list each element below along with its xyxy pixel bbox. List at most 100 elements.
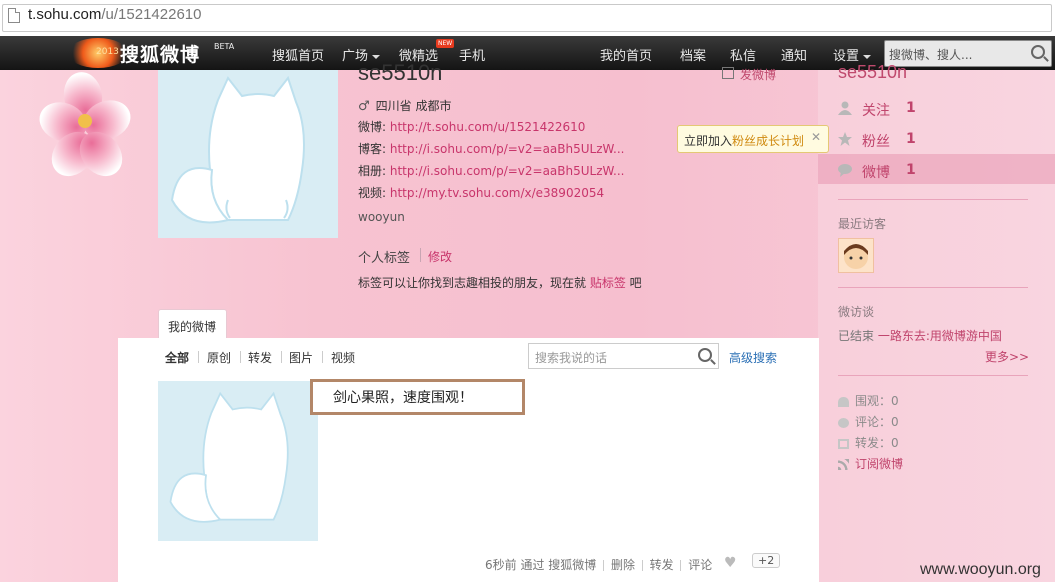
- post-search-placeholder: 搜索我说的话: [535, 351, 608, 365]
- divider: [322, 351, 323, 363]
- url-text[interactable]: t.sohu.com/u/1521422610: [28, 6, 201, 23]
- subscribe-link[interactable]: 订阅微博: [838, 455, 903, 472]
- advanced-search-link[interactable]: 高级搜索: [729, 349, 777, 366]
- url-host: t.sohu.com: [28, 6, 102, 23]
- reposts-count: 转发：0: [838, 434, 899, 451]
- fox-avatar-icon: [169, 391, 289, 523]
- stat-weibo[interactable]: 微博 1: [838, 156, 1055, 184]
- chevron-down-icon: [863, 54, 872, 59]
- recent-visitors-title: 最近访客: [838, 217, 887, 231]
- views-text: 围观：0: [855, 394, 899, 408]
- stat-label: 微博: [862, 165, 890, 181]
- divider: [281, 351, 282, 363]
- info-link[interactable]: http://i.sohu.com/p/=v2=aaBh5ULzW...: [390, 142, 625, 156]
- plus-share-button[interactable]: +2: [752, 553, 781, 568]
- nav-mobile[interactable]: 手机: [459, 45, 485, 64]
- search-icon[interactable]: [698, 348, 712, 362]
- divider: [240, 351, 241, 363]
- logo-brand: 搜狐微博: [120, 44, 201, 66]
- profile-username: se5510n: [358, 60, 443, 85]
- sidebar-username: se5510n: [838, 62, 908, 82]
- nav-messages[interactable]: 私信: [730, 45, 756, 64]
- tags-edit-link[interactable]: 修改: [428, 248, 452, 265]
- repost-icon: [838, 438, 849, 449]
- tab-my-weibo[interactable]: 我的微博: [158, 309, 227, 339]
- tooltip-text: 立即加入粉丝成长计划: [684, 132, 804, 149]
- like-heart-icon[interactable]: ♥: [724, 555, 737, 571]
- location-text: 四川省 成都市: [375, 99, 452, 113]
- post-time[interactable]: 6秒前: [485, 558, 517, 572]
- nav-search-input[interactable]: 搜微博、搜人...: [884, 40, 1052, 67]
- filter-all[interactable]: 全部: [165, 349, 189, 366]
- fan-growth-link[interactable]: 粉丝成长计划: [732, 134, 804, 148]
- post-text: 剑心果照，速度围观！: [333, 390, 473, 406]
- male-icon: ♂: [358, 99, 370, 114]
- add-tags-link[interactable]: 贴标签: [590, 276, 626, 290]
- stat-followers[interactable]: 粉丝 1: [838, 125, 1055, 153]
- micro-talk-item[interactable]: 已结束 一路东去:用微博游中国: [838, 327, 1002, 344]
- repost-button[interactable]: 转发: [650, 558, 674, 572]
- rss-icon: [838, 459, 849, 470]
- stat-label: 关注: [862, 103, 890, 119]
- tab-my-weibo-label: 我的微博: [168, 320, 217, 334]
- tags-title: 个人标签: [358, 251, 411, 266]
- filter-images[interactable]: 图片: [289, 349, 313, 366]
- info-row-blog: 博客: http://i.sohu.com/p/=v2=aaBh5ULzW...: [358, 140, 624, 157]
- post-avatar[interactable]: [158, 381, 318, 541]
- post-weibo-link[interactable]: 发微博: [740, 66, 776, 83]
- stat-following[interactable]: 关注 1: [838, 94, 1055, 122]
- talk-title-link[interactable]: 一路东去:用微博游中国: [878, 329, 1002, 343]
- search-icon[interactable]: [1031, 45, 1045, 59]
- info-label: 博客:: [358, 142, 387, 156]
- reposts-text: 转发：0: [855, 436, 899, 450]
- logo-year: 2013: [96, 47, 119, 57]
- flower-decoration: [33, 68, 138, 188]
- filter-original[interactable]: 原创: [207, 349, 231, 366]
- post-via[interactable]: 通过 搜狐微博: [520, 558, 596, 572]
- post-content: 剑心果照，速度围观！: [310, 379, 525, 415]
- comment-button[interactable]: 评论: [688, 558, 712, 572]
- profile-bio: wooyun: [358, 210, 405, 224]
- close-icon[interactable]: ✕: [811, 130, 821, 144]
- tags-hint-prefix: 标签可以让你找到志趣相投的朋友，现在就: [358, 276, 590, 290]
- chevron-down-icon: [372, 54, 381, 59]
- info-link[interactable]: http://my.tv.sohu.com/x/e38902054: [390, 186, 604, 200]
- sohu-weibo-logo[interactable]: 2013 搜狐微博 BETA: [68, 36, 243, 70]
- visitor-face-icon: [844, 244, 868, 269]
- fan-growth-tooltip[interactable]: 立即加入粉丝成长计划 ✕: [677, 125, 829, 153]
- post-search-input[interactable]: 搜索我说的话: [528, 343, 719, 369]
- delete-button[interactable]: 删除: [611, 558, 635, 572]
- tags-hint: 标签可以让你找到志趣相投的朋友，现在就 贴标签 吧: [358, 274, 642, 291]
- filter-repost[interactable]: 转发: [248, 349, 272, 366]
- speech-bubble-icon: [838, 164, 852, 177]
- micro-talk-title: 微访谈: [838, 305, 875, 319]
- more-link[interactable]: 更多>>: [985, 348, 1029, 365]
- divider: [838, 199, 1028, 200]
- nav-my-home[interactable]: 我的首页: [600, 45, 652, 64]
- post-edit-icon[interactable]: [722, 67, 734, 79]
- page-icon: [8, 8, 20, 23]
- info-row-weibo: 微博: http://t.sohu.com/u/1521422610: [358, 118, 585, 135]
- fox-avatar-icon: [170, 75, 305, 224]
- info-label: 视频:: [358, 186, 387, 200]
- visitor-avatar[interactable]: [838, 238, 874, 273]
- filter-videos[interactable]: 视频: [331, 349, 355, 366]
- tags-hint-suffix: 吧: [625, 276, 642, 290]
- nav-sohu-home[interactable]: 搜狐首页: [272, 45, 324, 64]
- crowd-icon: [838, 396, 849, 407]
- profile-avatar[interactable]: [158, 70, 338, 238]
- stat-label: 粉丝: [862, 134, 890, 150]
- info-link[interactable]: http://t.sohu.com/u/1521422610: [390, 120, 586, 134]
- new-badge: NEW: [436, 39, 455, 48]
- stat-count: 1: [906, 162, 916, 178]
- info-link[interactable]: http://i.sohu.com/p/=v2=aaBh5ULzW...: [390, 164, 625, 178]
- divider: [838, 375, 1028, 376]
- url-path: /u/1521422610: [101, 6, 202, 23]
- comments-text: 评论：0: [855, 415, 899, 429]
- stat-count: 1: [906, 100, 916, 116]
- stat-count: 1: [906, 131, 916, 147]
- nav-notifications[interactable]: 通知: [781, 45, 807, 64]
- divider: [420, 248, 421, 262]
- comment-icon: [838, 417, 849, 428]
- nav-profile[interactable]: 档案: [680, 45, 706, 64]
